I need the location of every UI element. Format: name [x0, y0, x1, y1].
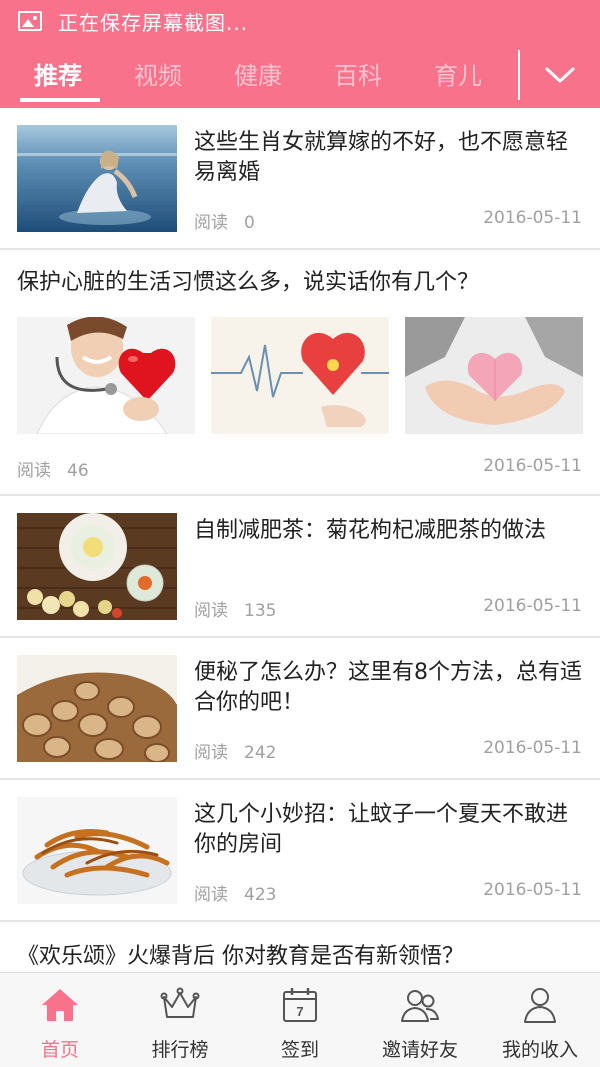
article-title: 便秘了怎么办？这里有8个方法，总有适合你的吧！ [194, 660, 582, 715]
expand-tabs-button[interactable] [520, 42, 600, 108]
tab-video[interactable]: 视频 [134, 56, 182, 91]
read-count: 阅读 423 [194, 880, 276, 905]
read-number: 423 [244, 885, 277, 905]
read-number: 46 [67, 461, 89, 481]
article-thumbnail [17, 513, 177, 620]
nav-invite-friends[interactable]: 邀请好友 [360, 973, 480, 1067]
user-icon [524, 988, 556, 1023]
publish-date: 2016-05-11 [483, 880, 582, 900]
orange-peel-bowl-photo [17, 797, 177, 904]
read-number: 135 [244, 601, 277, 621]
tab-encyclopedia[interactable]: 百科 [334, 56, 382, 91]
screenshot-icon [18, 11, 42, 31]
active-tab-indicator [20, 98, 100, 102]
article-title: 《欢乐颂》火爆背后 你对教育是否有新领悟？ [17, 944, 464, 969]
article-item[interactable]: 保护心脏的生活习惯这么多，说实话你有几个？ 阅读 46 2016-05-11 [0, 250, 600, 496]
read-number: 0 [244, 213, 255, 233]
publish-date: 2016-05-11 [483, 208, 582, 228]
read-label: 阅读 [194, 213, 228, 233]
nav-label: 我的收入 [501, 1039, 578, 1061]
tab-recommend[interactable]: 推荐 [34, 56, 82, 91]
article-thumbnail [211, 317, 389, 434]
category-tab-bar: 推荐 视频 健康 百科 育儿 [0, 42, 600, 108]
status-bar: 正在保存屏幕截图... [0, 0, 600, 42]
read-count: 阅读 135 [194, 596, 276, 621]
chrysanthemum-tea-photo [17, 513, 177, 620]
sliced-herbs-photo [17, 655, 177, 762]
crown-icon [160, 987, 200, 1018]
calendar-badge: 7 [296, 1004, 303, 1019]
nav-ranking[interactable]: 排行榜 [120, 973, 240, 1067]
nav-label: 首页 [40, 1039, 79, 1061]
article-title: 这些生肖女就算嫁的不好，也不愿意轻易离婚 [194, 130, 569, 185]
article-item[interactable]: 这几个小妙招：让蚊子一个夏天不敢进你的房间 阅读 423 2016-05-11 [0, 780, 600, 922]
doctor-with-stethoscope-heart-photo [17, 317, 195, 434]
chevron-down-icon [545, 67, 575, 83]
read-count: 阅读 242 [194, 738, 276, 763]
hands-holding-paper-heart-photo [405, 317, 583, 434]
article-item[interactable]: 自制减肥茶：菊花枸杞减肥茶的做法 阅读 135 2016-05-11 [0, 496, 600, 638]
calendar-icon: 7 [283, 988, 317, 1022]
heartbeat-line-heart-photo [211, 317, 389, 434]
nav-my-income[interactable]: 我的收入 [480, 973, 600, 1067]
nav-label: 排行榜 [151, 1039, 209, 1061]
nav-label: 邀请好友 [381, 1039, 458, 1061]
read-label: 阅读 [17, 461, 51, 481]
article-title: 这几个小妙招：让蚊子一个夏天不敢进你的房间 [194, 802, 569, 857]
tab-parenting[interactable]: 育儿 [434, 56, 482, 91]
read-count: 阅读 46 [17, 456, 89, 481]
read-count: 阅读 0 [194, 208, 255, 233]
publish-date: 2016-05-11 [483, 456, 582, 476]
publish-date: 2016-05-11 [483, 738, 582, 758]
article-thumbnail [17, 317, 195, 434]
nav-home[interactable]: 首页 [0, 973, 120, 1067]
article-title: 保护心脏的生活习惯这么多，说实话你有几个？ [17, 270, 480, 295]
read-number: 242 [244, 743, 277, 763]
nav-checkin[interactable]: 7 签到 [240, 973, 360, 1067]
article-thumbnail [17, 125, 177, 232]
read-label: 阅读 [194, 743, 228, 763]
article-thumbnail [17, 655, 177, 762]
read-label: 阅读 [194, 601, 228, 621]
read-label: 阅读 [194, 885, 228, 905]
article-item[interactable]: 这些生肖女就算嫁的不好，也不愿意轻易离婚 阅读 0 2016-05-11 [0, 108, 600, 250]
tab-health[interactable]: 健康 [234, 56, 282, 91]
nav-label: 签到 [280, 1039, 319, 1061]
invite-friends-icon [401, 990, 439, 1022]
publish-date: 2016-05-11 [483, 596, 582, 616]
bottom-navigation: 首页 排行榜 7 签到 邀请好友 我的收入 [0, 972, 600, 1067]
home-icon [42, 989, 78, 1021]
article-thumbnail [405, 317, 583, 434]
article-item[interactable]: 便秘了怎么办？这里有8个方法，总有适合你的吧！ 阅读 242 2016-05-11 [0, 638, 600, 780]
article-thumbnail [17, 797, 177, 904]
woman-sitting-in-water-photo [17, 125, 177, 232]
article-title: 自制减肥茶：菊花枸杞减肥茶的做法 [194, 518, 547, 543]
status-text: 正在保存屏幕截图... [58, 10, 249, 35]
